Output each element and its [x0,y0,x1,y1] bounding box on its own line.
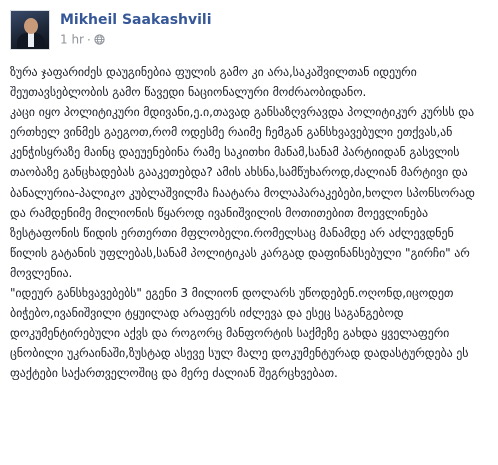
author-name-link[interactable]: Mikheil Saakashvili [60,12,212,28]
avatar-face-shape [24,18,38,34]
post-header: Mikheil Saakashvili 1 hr · [10,10,490,54]
avatar-shirt-shape [28,33,34,47]
post-paragraph: ზურა ჯაფარიძეს დაუგინებია ფულის გამო კი … [10,65,417,100]
post-timestamp-link[interactable]: 1 hr [60,33,84,47]
post-paragraph: კაცი იყო პოლიტიკური მდივანი,ე.ი,თავად გა… [10,105,475,280]
avatar[interactable] [10,10,50,50]
post-meta: 1 hr · [60,32,105,47]
globe-icon[interactable] [94,34,105,45]
meta-separator: · [87,32,91,47]
post-text: ზურა ჯაფარიძეს დაუგინებია ფულის გამო კი … [10,62,484,384]
post-paragraph: "იდეურ განსხვავებებს" ეგენი 3 მილიონ დოლ… [10,286,469,381]
